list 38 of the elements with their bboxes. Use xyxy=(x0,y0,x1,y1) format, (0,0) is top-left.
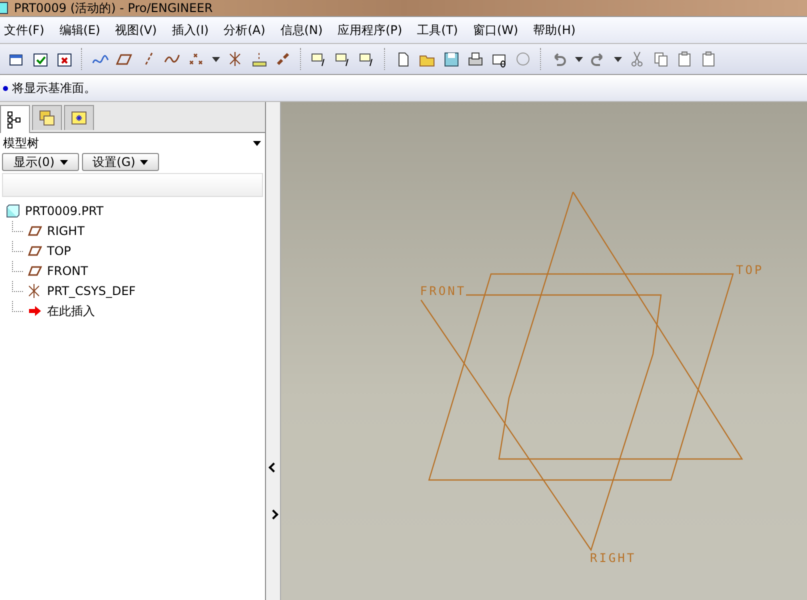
tree-item[interactable]: TOP xyxy=(47,244,72,258)
tree-item[interactable]: RIGHT xyxy=(47,224,85,238)
menu-item[interactable]: 插入(I) xyxy=(172,22,216,38)
menu-item[interactable]: 视图(V) xyxy=(115,22,164,38)
menu-item[interactable]: 工具(T) xyxy=(417,22,465,38)
model-tree-tab[interactable] xyxy=(0,105,30,133)
menu-item[interactable]: 文件(F) xyxy=(4,22,52,38)
menu-item[interactable]: 应用程序(P) xyxy=(338,22,410,38)
tree-item[interactable]: 在此插入 xyxy=(47,302,95,320)
message-text: 将显示基准面。 xyxy=(12,80,96,96)
tree-item[interactable]: FRONT xyxy=(47,264,88,278)
dropdown-button[interactable]: 显示(0) xyxy=(2,153,79,171)
menu-item[interactable]: 编辑(E) xyxy=(59,22,108,38)
plane-icon xyxy=(28,245,42,257)
dropdown-icon[interactable] xyxy=(253,141,261,146)
menu-item[interactable]: 信息(N) xyxy=(280,22,330,38)
plane-icon xyxy=(28,225,42,237)
part-icon xyxy=(6,204,20,218)
menu-item[interactable]: 帮助(H) xyxy=(533,22,583,38)
window-title: PRT0009 (活动的) - Pro/ENGINEER xyxy=(14,0,213,16)
tree-item[interactable]: PRT0009.PRT xyxy=(25,204,104,218)
folders-icon xyxy=(38,109,56,127)
plane-label: RIGHT xyxy=(590,551,636,565)
dropdown-button[interactable]: 设置(G) xyxy=(82,153,159,171)
menu-item[interactable]: 分析(A) xyxy=(224,22,272,38)
favorites-tab[interactable] xyxy=(64,105,94,130)
caret-icon[interactable] xyxy=(212,56,220,62)
plane-label: FRONT xyxy=(420,284,466,298)
plane-label: TOP xyxy=(736,263,764,277)
plane-icon xyxy=(28,265,42,277)
caret-icon[interactable] xyxy=(614,56,622,62)
folder-tab[interactable] xyxy=(32,105,62,130)
insert-arrow-icon xyxy=(28,305,42,317)
menu-item[interactable]: 窗口(W) xyxy=(472,22,526,38)
caret-icon[interactable] xyxy=(575,56,583,62)
panel-title: 模型树 xyxy=(3,135,39,152)
tree-item[interactable]: PRT_CSYS_DEF xyxy=(47,284,136,298)
bullet-icon xyxy=(3,86,8,90)
